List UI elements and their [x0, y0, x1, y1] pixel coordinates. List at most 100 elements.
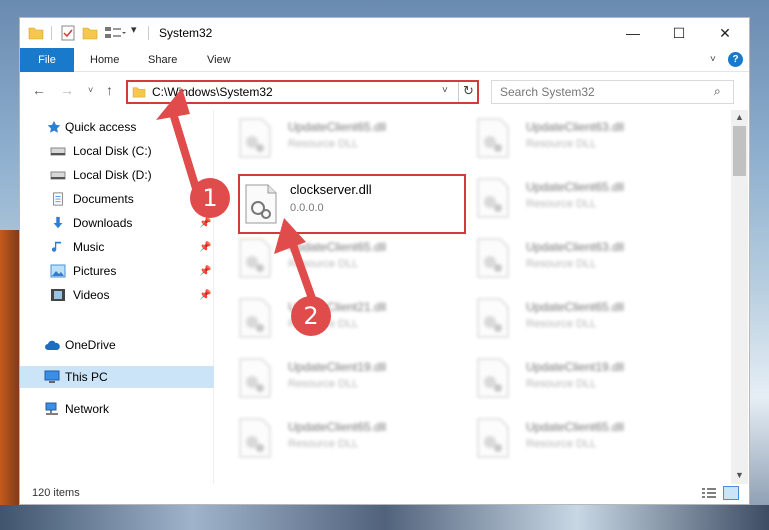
forward-button[interactable]: →	[60, 82, 74, 98]
search-input[interactable]: Search System32	[500, 85, 595, 99]
file-name: clockserver.dll	[290, 182, 372, 197]
computer-icon	[44, 370, 60, 383]
sidebar-item-onedrive[interactable]: OneDrive	[20, 334, 214, 356]
ribbon-tabs: File Home Share View ˅ ?	[20, 48, 749, 72]
file-type: Resource DLL	[526, 318, 597, 330]
search-box[interactable]: Search System32 ⌕	[491, 80, 734, 104]
dll-file-icon	[477, 178, 509, 218]
file-item[interactable]: UpdateClient65.dll Resource DLL	[454, 176, 674, 220]
file-type: Resource DLL	[288, 438, 359, 450]
music-icon	[51, 241, 62, 252]
details-view-icon[interactable]	[701, 487, 717, 499]
file-type: Resource DLL	[288, 138, 359, 150]
network-icon	[45, 402, 58, 415]
sidebar-item-label: Local Disk (C:)	[73, 144, 152, 158]
close-icon: ✕	[719, 24, 731, 41]
file-name: UpdateClient63.dll	[526, 240, 625, 254]
drive-icon	[50, 147, 66, 156]
file-item[interactable]: UpdateClient19.dll Resource DLL	[216, 356, 436, 400]
maximize-button[interactable]: ☐	[656, 18, 702, 48]
download-icon	[53, 216, 63, 229]
sidebar-item-music[interactable]: Music 📌	[20, 236, 214, 258]
sidebar-item-videos[interactable]: Videos 📌	[20, 284, 214, 306]
help-icon[interactable]: ?	[728, 52, 743, 67]
sidebar-item-label: Quick access	[65, 120, 137, 134]
sidebar-item-label: Videos	[73, 288, 110, 302]
dll-file-icon	[239, 238, 271, 278]
pin-icon[interactable]: 📌	[199, 242, 211, 253]
refresh-icon[interactable]: ↻	[463, 83, 474, 99]
sidebar-item-network[interactable]: Network	[20, 398, 214, 420]
file-type: Resource DLL	[526, 378, 597, 390]
sidebar-item-label: This PC	[65, 370, 108, 384]
tab-home[interactable]: Home	[90, 54, 119, 66]
dll-file-icon	[477, 298, 509, 338]
sidebar-item-pictures[interactable]: Pictures 📌	[20, 260, 214, 282]
sidebar-item-label: Local Disk (D:)	[73, 168, 152, 182]
title-bar: ▾ System32 — ☐ ✕	[20, 18, 749, 48]
address-separator	[458, 82, 459, 102]
sidebar-item-label: Pictures	[73, 264, 117, 278]
file-type: Resource DLL	[288, 378, 359, 390]
file-name: UpdateClient65.dll	[526, 420, 625, 434]
sidebar-item-label: Network	[65, 402, 110, 416]
dll-file-icon	[239, 118, 271, 158]
minimize-icon: —	[626, 25, 640, 41]
tab-view[interactable]: View	[207, 54, 231, 66]
tiles-view-icon[interactable]	[723, 486, 739, 500]
vertical-scrollbar[interactable]: ▲ ▼	[731, 110, 748, 484]
file-name: UpdateClient65.dll	[288, 120, 387, 134]
pin-icon[interactable]: 📌	[199, 290, 211, 301]
scroll-down-icon[interactable]: ▼	[735, 470, 744, 480]
desktop-background-left	[0, 230, 20, 530]
sidebar-item-label: Downloads	[73, 216, 133, 230]
desktop-background-bottom	[0, 505, 769, 530]
sidebar-item-downloads[interactable]: Downloads 📌	[20, 212, 214, 234]
file-item[interactable]: UpdateClient65.dll Resource DLL	[454, 416, 674, 460]
dll-file-icon	[477, 238, 509, 278]
close-button[interactable]: ✕	[702, 18, 748, 48]
star-icon	[47, 120, 61, 133]
dll-file-icon	[477, 418, 509, 458]
recent-locations-dropdown[interactable]: ˅	[88, 85, 93, 95]
address-dropdown-icon[interactable]: ˅	[442, 85, 448, 96]
dll-file-icon	[239, 358, 271, 398]
cloud-icon	[45, 340, 60, 350]
search-icon[interactable]: ⌕	[714, 84, 721, 99]
file-type: Resource DLL	[526, 438, 597, 450]
tab-share[interactable]: Share	[148, 54, 177, 66]
videos-icon	[51, 289, 65, 301]
properties-icon[interactable]	[60, 25, 76, 41]
status-bar: 120 items	[20, 484, 749, 504]
pin-icon[interactable]: 📌	[199, 218, 211, 229]
file-item[interactable]: UpdateClient65.dll Resource DLL	[216, 416, 436, 460]
file-type: Resource DLL	[526, 138, 597, 150]
file-item[interactable]: UpdateClient19.dll Resource DLL	[454, 356, 674, 400]
expand-ribbon-icon[interactable]: ˅	[710, 54, 716, 65]
documents-icon	[53, 192, 63, 206]
file-item[interactable]: UpdateClient63.dll Resource DLL	[454, 236, 674, 280]
up-button[interactable]: ↑	[106, 82, 113, 98]
dll-file-icon	[477, 358, 509, 398]
new-folder-icon[interactable]	[82, 25, 98, 41]
view-options-icon[interactable]	[104, 25, 126, 41]
pin-icon[interactable]: 📌	[199, 266, 211, 277]
file-item[interactable]: UpdateClient65.dll Resource DLL	[454, 296, 674, 340]
annotation-badge-2: 2	[291, 296, 331, 336]
toolbar-separator	[51, 26, 52, 40]
customize-toolbar-dropdown[interactable]: ▾	[131, 23, 143, 36]
scrollbar-thumb[interactable]	[733, 126, 746, 176]
tab-file[interactable]: File	[20, 48, 74, 72]
folder-icon	[132, 87, 146, 98]
dll-file-icon	[239, 298, 271, 338]
file-name: UpdateClient65.dll	[526, 300, 625, 314]
sidebar-item-this-pc[interactable]: This PC	[20, 366, 214, 388]
folder-icon	[28, 27, 44, 40]
minimize-button[interactable]: —	[610, 18, 656, 48]
scroll-up-icon[interactable]: ▲	[735, 112, 744, 122]
dll-file-icon	[239, 418, 271, 458]
file-explorer-window: ▾ System32 — ☐ ✕ File Home Share View ˅ …	[19, 17, 750, 505]
file-item[interactable]: UpdateClient65.dll Resource DLL	[216, 116, 436, 160]
back-button[interactable]: ←	[32, 82, 46, 98]
file-item[interactable]: UpdateClient63.dll Resource DLL	[454, 116, 674, 160]
